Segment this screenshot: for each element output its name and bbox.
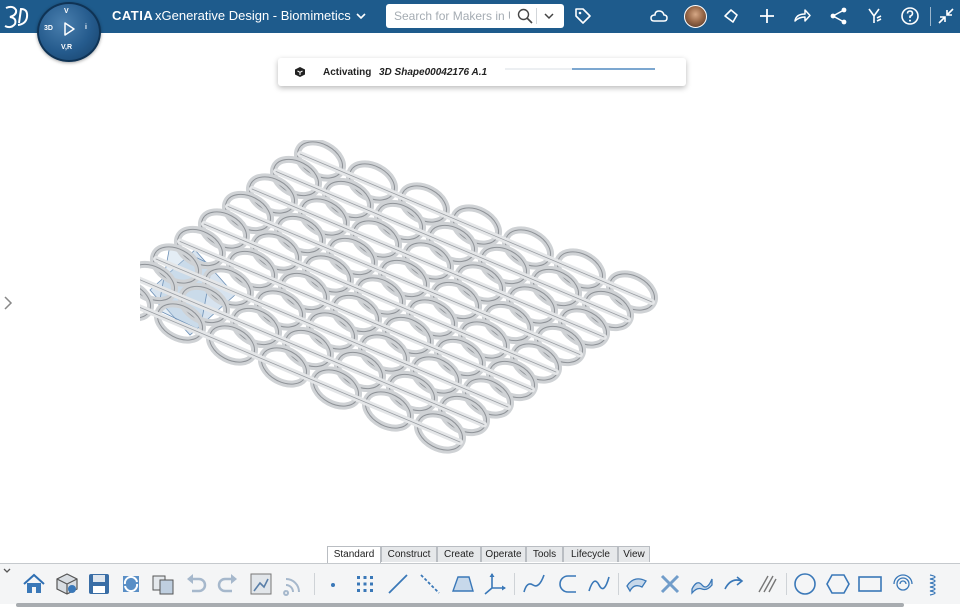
parallel-curves-icon[interactable] xyxy=(754,571,780,597)
forward-icon[interactable] xyxy=(792,6,812,26)
3d-viewport[interactable] xyxy=(140,140,670,510)
action-bar xyxy=(0,563,960,604)
polyline-icon[interactable] xyxy=(521,571,547,597)
share-network-icon[interactable] xyxy=(829,6,849,26)
tab-operate[interactable]: Operate xyxy=(481,546,526,562)
3ds-logo-icon[interactable] xyxy=(3,3,31,30)
avatar[interactable] xyxy=(684,5,707,28)
snapshot-icon[interactable] xyxy=(248,571,274,597)
tab-standard[interactable]: Standard xyxy=(327,546,381,563)
repeat-icon[interactable] xyxy=(721,571,747,597)
dashed-line-icon[interactable] xyxy=(417,571,443,597)
search-icon[interactable] xyxy=(517,8,533,24)
top-bar: CATIA xGenerative Design - Biomimetics xyxy=(0,0,960,33)
toolbar-separator xyxy=(930,7,931,26)
lattice-mesh[interactable] xyxy=(140,140,661,457)
compass-tools-icon[interactable] xyxy=(864,6,884,26)
search-box[interactable] xyxy=(386,4,564,28)
collapse-actionbar-chevron-icon[interactable] xyxy=(2,566,12,576)
notification-item-name: 3D Shape00042176 A.1 xyxy=(379,67,488,78)
plus-icon[interactable] xyxy=(757,6,777,26)
action-separator xyxy=(618,573,619,595)
tab-construct[interactable]: Construct xyxy=(381,546,437,562)
redo-icon[interactable] xyxy=(215,571,241,597)
compass-top-label: V xyxy=(64,8,69,15)
tab-lifecycle[interactable]: Lifecycle xyxy=(563,546,618,562)
tab-create[interactable]: Create xyxy=(437,546,481,562)
compass-left-label: 3D xyxy=(44,25,53,32)
chevron-down-icon[interactable] xyxy=(354,9,368,23)
collapse-icon[interactable] xyxy=(936,6,956,26)
hexagon-icon[interactable] xyxy=(825,571,851,597)
progress-fill xyxy=(572,68,655,70)
action-separator xyxy=(314,573,315,595)
search-scope-chevron-icon[interactable] xyxy=(543,10,555,22)
notification-label: Activating xyxy=(323,67,372,78)
twist-icon[interactable] xyxy=(657,571,683,597)
search-divider xyxy=(536,8,537,24)
spiral-icon[interactable] xyxy=(890,571,916,597)
line-icon[interactable] xyxy=(385,571,411,597)
activation-notification: Activating 3D Shape00042176 A.1 xyxy=(278,58,686,86)
arc-icon[interactable] xyxy=(554,571,580,597)
tab-tools[interactable]: Tools xyxy=(526,546,563,562)
action-separator xyxy=(514,573,515,595)
cloud-icon[interactable] xyxy=(649,6,669,26)
play-icon[interactable] xyxy=(61,21,77,37)
undo-icon[interactable] xyxy=(183,571,209,597)
compass-right-label: i xyxy=(85,24,87,31)
3d-part-icon[interactable] xyxy=(54,571,80,597)
compass-bottom-label: V,R xyxy=(61,44,73,51)
app-title[interactable]: xGenerative Design - Biomimetics xyxy=(155,8,351,23)
signal-icon[interactable] xyxy=(281,571,307,597)
expand-panel-chevron-icon[interactable] xyxy=(3,296,13,310)
home-icon[interactable] xyxy=(21,571,47,597)
helix-icon[interactable] xyxy=(922,571,948,597)
compass-widget[interactable]: V 3D i V,R xyxy=(37,2,101,62)
brand-label: CATIA xyxy=(112,8,154,23)
rectangle-icon[interactable] xyxy=(857,571,883,597)
tag-icon[interactable] xyxy=(573,6,593,26)
sweep-icon[interactable] xyxy=(624,571,650,597)
circle-icon[interactable] xyxy=(792,571,818,597)
compare-icon[interactable] xyxy=(150,571,176,597)
search-input[interactable] xyxy=(394,8,510,24)
save-icon[interactable] xyxy=(86,571,112,597)
plane-icon[interactable] xyxy=(450,571,476,597)
refresh-icon[interactable] xyxy=(118,571,144,597)
cube-loading-icon xyxy=(295,67,305,77)
help-icon[interactable] xyxy=(900,6,920,26)
axis-system-icon[interactable] xyxy=(482,571,508,597)
horizontal-scrollbar[interactable] xyxy=(16,603,904,607)
point-grid-icon[interactable] xyxy=(352,571,378,597)
point-icon[interactable] xyxy=(320,571,346,597)
share-app-icon[interactable] xyxy=(721,6,741,26)
tab-view[interactable]: View xyxy=(618,546,650,562)
spline-icon[interactable] xyxy=(586,571,612,597)
action-separator xyxy=(786,573,787,595)
wave-sweep-icon[interactable] xyxy=(689,571,715,597)
